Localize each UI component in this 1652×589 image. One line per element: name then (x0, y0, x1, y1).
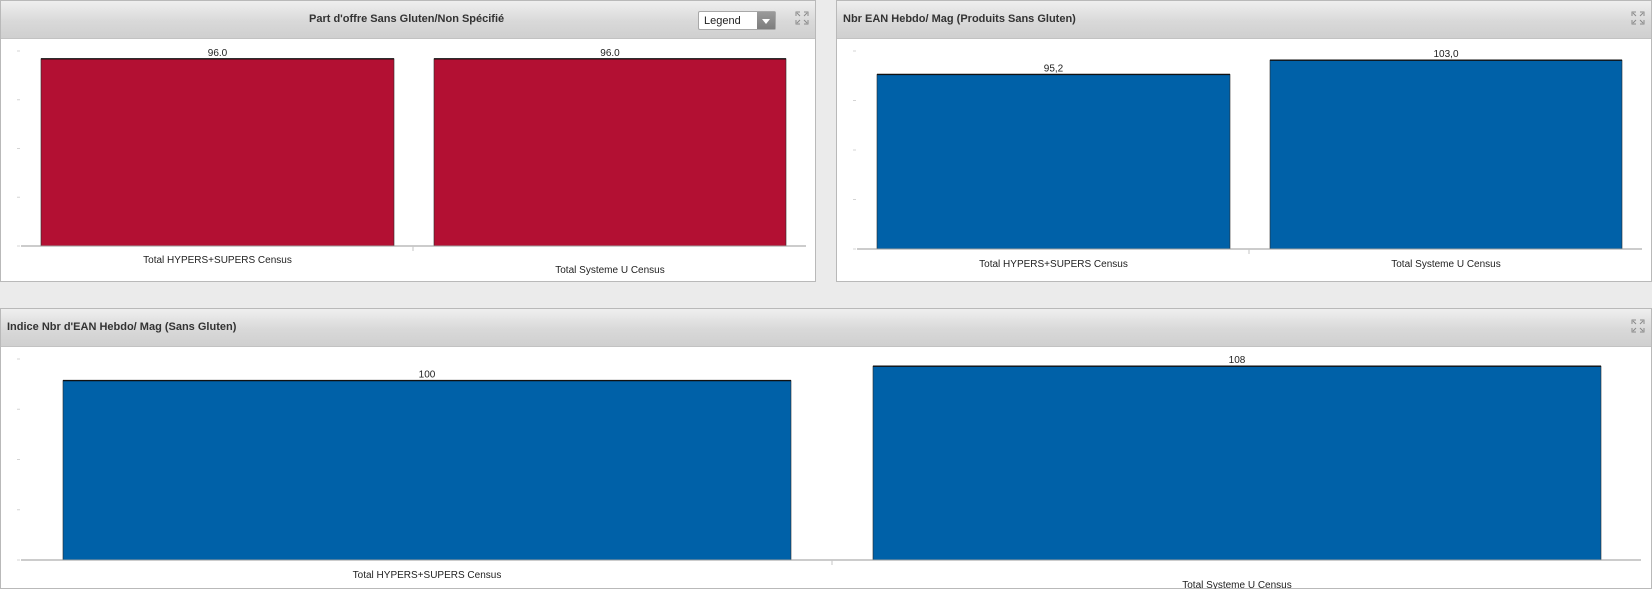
bar-systeme-u[interactable] (433, 58, 787, 247)
chart-indice-ean: 100 Total HYPERS+SUPERS Census 108 Total Sy… (17, 355, 1641, 589)
category-label: Total HYPERS+SUPERS Census (979, 259, 1128, 270)
chart-part-offre: 96.0 Total HYPERS+SUPERS Census 96.0 Total … (17, 48, 806, 276)
bar-value-label: 95,2 (1044, 63, 1064, 74)
bar-hypers-supers[interactable] (62, 380, 792, 561)
legend-dropdown-value: Legend (704, 15, 741, 27)
panel-header: Indice Nbr d'EAN Hebdo/ Mag (Sans Gluten… (1, 309, 1651, 347)
bar-value-label: 103,0 (1433, 49, 1458, 60)
chart-nbr-ean: 95,2 Total HYPERS+SUPERS Census 103,0 Total… (853, 49, 1642, 270)
panel-title: Nbr EAN Hebdo/ Mag (Produits Sans Gluten… (843, 13, 1076, 25)
bar-hypers-supers[interactable] (876, 74, 1231, 250)
expand-icon[interactable] (1631, 11, 1645, 25)
panel-title: Part d'offre Sans Gluten/Non Spécifié (309, 13, 505, 25)
panel-header: Part d'offre Sans Gluten/Non Spécifié Le… (1, 1, 815, 39)
category-label: Total Systeme U Census (555, 265, 665, 276)
panel-header: Nbr EAN Hebdo/ Mag (Produits Sans Gluten… (837, 1, 1651, 39)
expand-icon[interactable] (795, 11, 809, 25)
expand-icon[interactable] (1631, 319, 1645, 333)
legend-dropdown[interactable]: Legend (698, 11, 776, 30)
panel-title: Indice Nbr d'EAN Hebdo/ Mag (Sans Gluten… (7, 321, 237, 333)
bar-value-label: 108 (1229, 355, 1246, 366)
panel-indice-ean: Indice Nbr d'EAN Hebdo/ Mag (Sans Gluten… (0, 308, 1652, 589)
panel-part-offre: Part d'offre Sans Gluten/Non Spécifié Le… (0, 0, 816, 282)
bar-systeme-u[interactable] (1269, 59, 1623, 250)
bar-value-label: 100 (419, 370, 436, 381)
chevron-down-icon[interactable] (757, 12, 775, 29)
category-label: Total HYPERS+SUPERS Census (353, 570, 502, 581)
bar-value-label: 96.0 (208, 48, 228, 59)
bar-value-label: 96.0 (600, 48, 620, 59)
category-label: Total Systeme U Census (1182, 580, 1292, 589)
bar-systeme-u[interactable] (872, 365, 1602, 561)
category-label: Total HYPERS+SUPERS Census (143, 255, 292, 266)
panel-nbr-ean: Nbr EAN Hebdo/ Mag (Produits Sans Gluten… (836, 0, 1652, 282)
bar-hypers-supers[interactable] (40, 58, 395, 247)
category-label: Total Systeme U Census (1391, 259, 1501, 270)
